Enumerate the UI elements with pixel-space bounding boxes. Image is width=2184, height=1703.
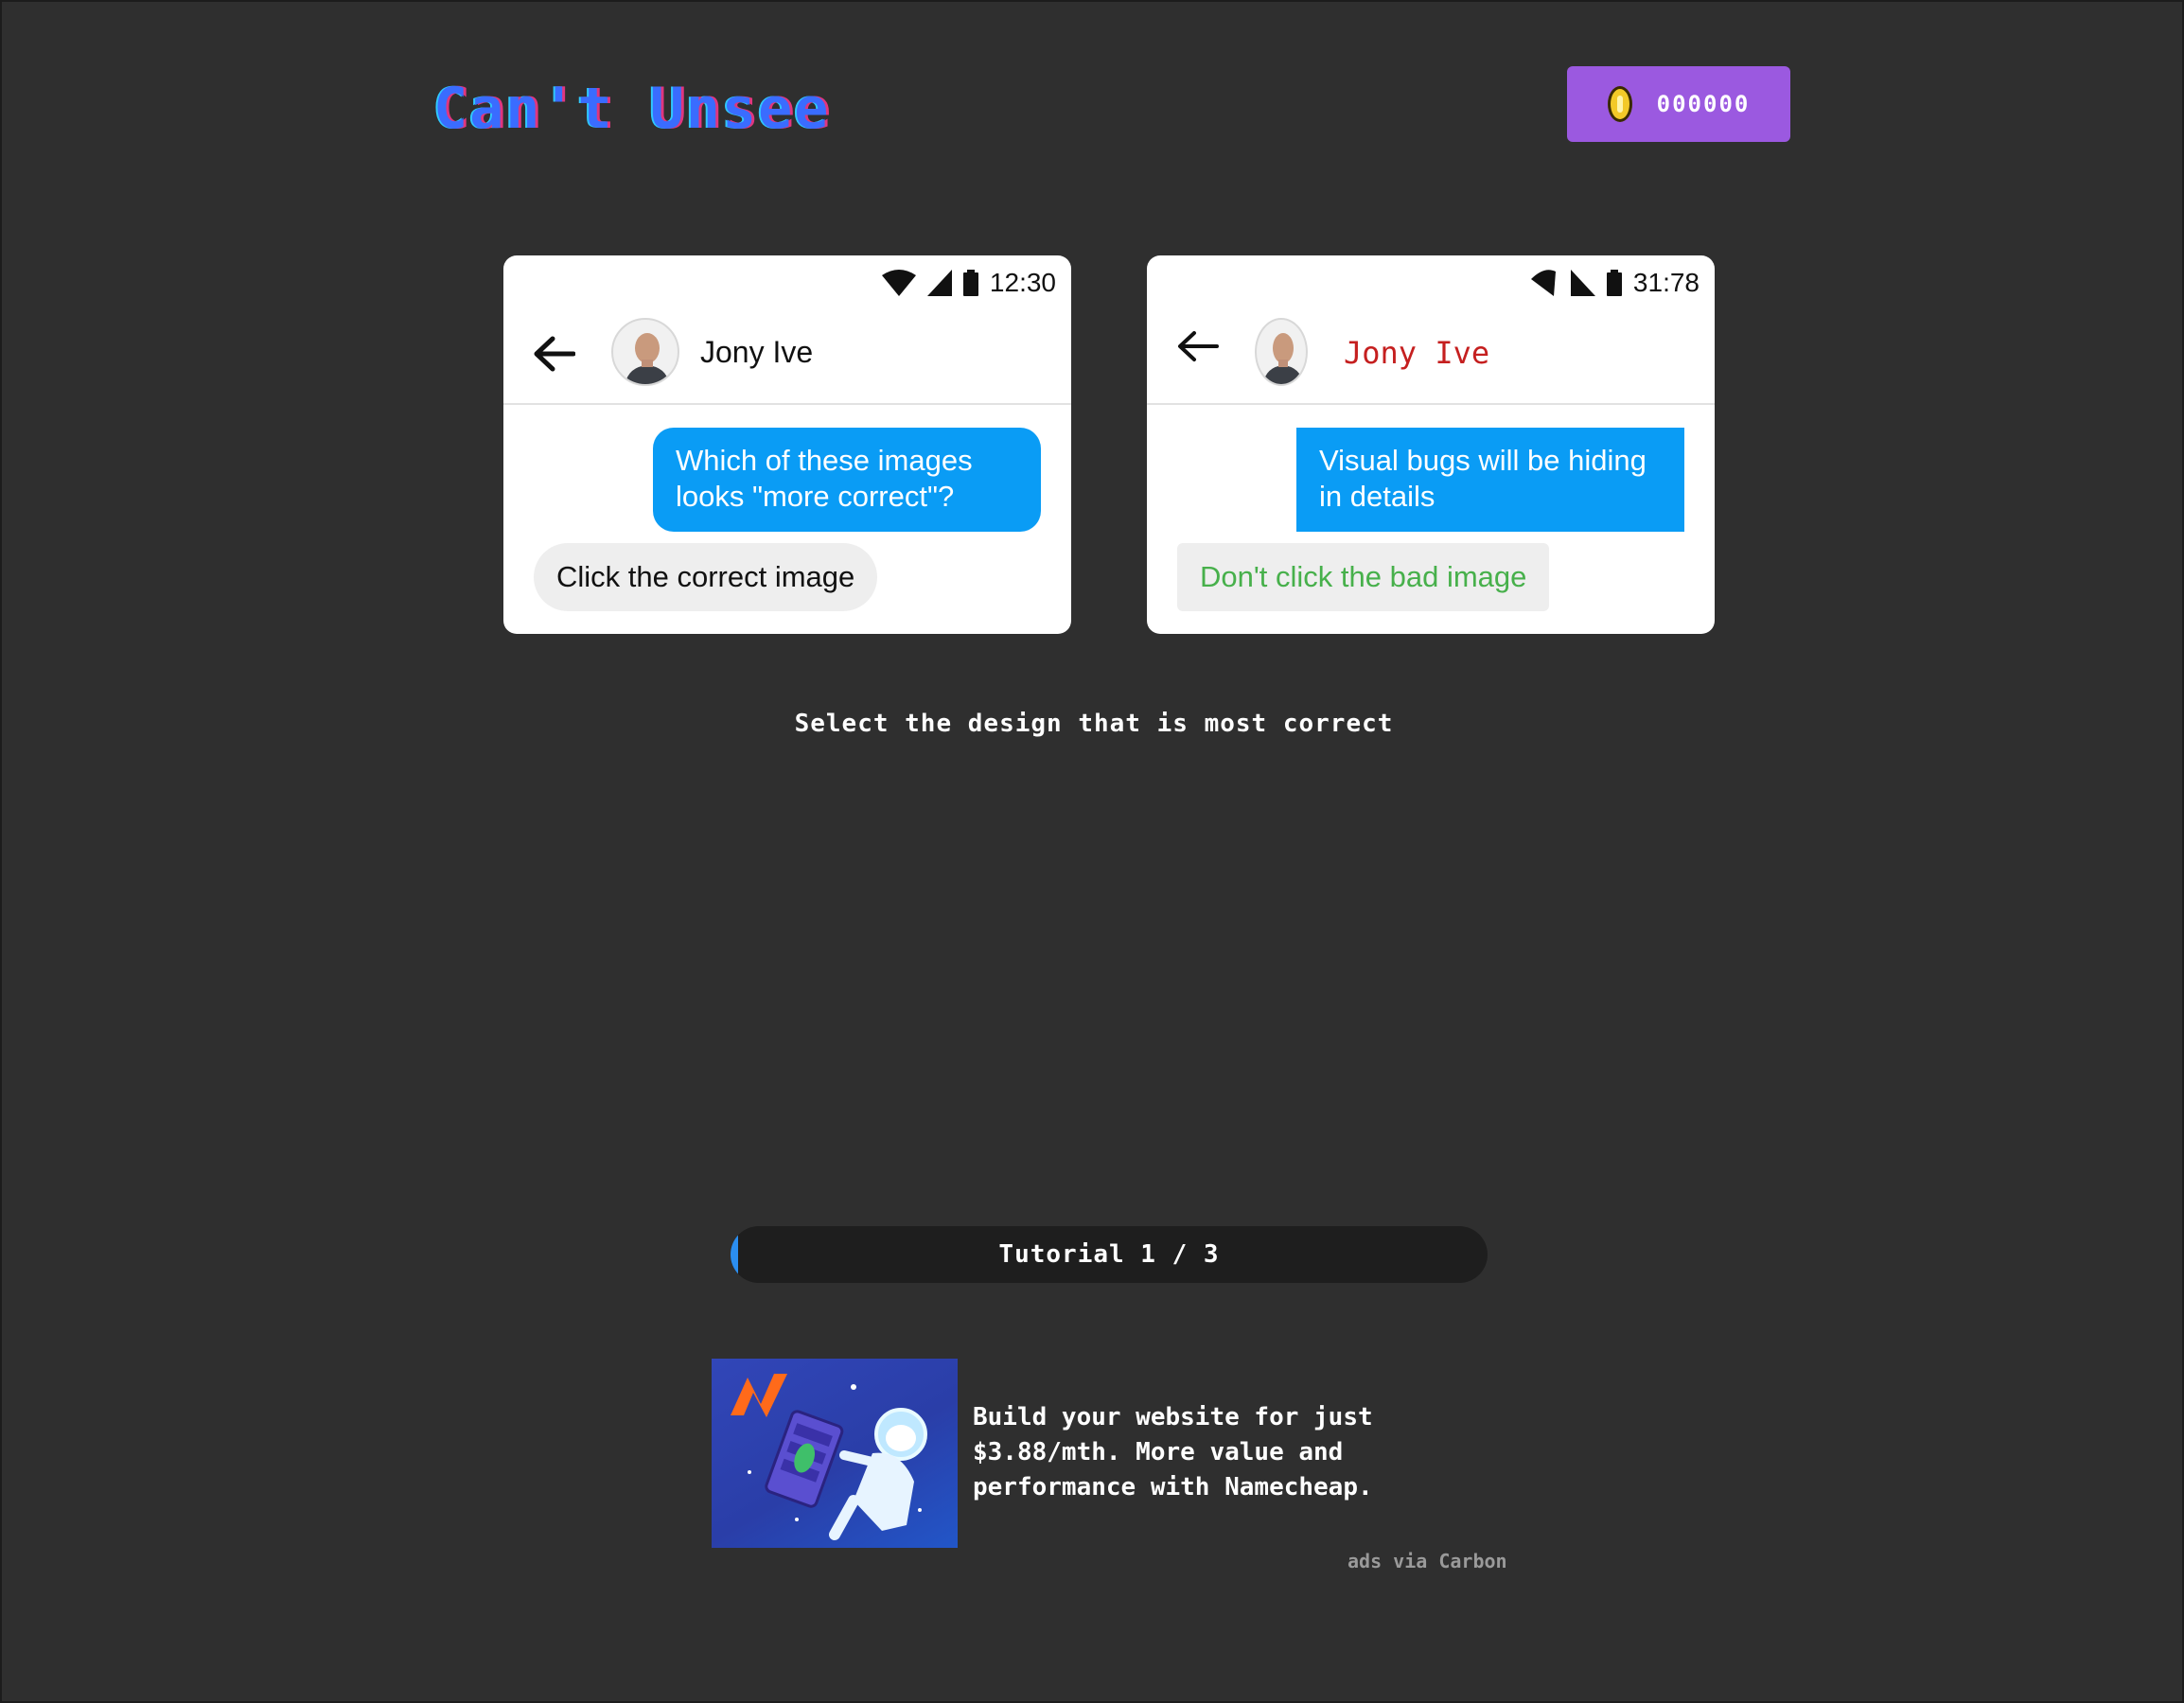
- ad-image[interactable]: [712, 1359, 958, 1548]
- avatar: [611, 318, 679, 386]
- battery-icon: [962, 270, 978, 296]
- signal-icon: [926, 270, 952, 296]
- chat-header: Jony Ive: [503, 305, 1071, 405]
- contact-name: Jony Ive: [700, 335, 814, 369]
- outgoing-message: Visual bugs will be hiding in details: [1296, 428, 1684, 532]
- coin-count: 000000: [1656, 91, 1751, 117]
- ad-credit-link[interactable]: ads via Carbon: [1347, 1550, 1507, 1572]
- outgoing-message: Which of these images looks "more correc…: [653, 428, 1041, 532]
- back-arrow-icon[interactable]: [1175, 327, 1219, 365]
- progress-label: Tutorial 1 / 3: [998, 1240, 1220, 1269]
- incoming-message: Click the correct image: [534, 543, 878, 611]
- wifi-icon: [1530, 270, 1556, 296]
- coin-icon: [1607, 86, 1632, 122]
- tutorial-progress-bar: Tutorial 1 / 3: [731, 1226, 1488, 1283]
- contact-name: Jony Ive: [1344, 335, 1490, 371]
- status-time: 31:78: [1632, 268, 1700, 297]
- status-bar: 12:30: [881, 265, 1056, 301]
- avatar: [1255, 318, 1308, 386]
- instruction-text: Select the design that is most correct: [794, 710, 1394, 738]
- wifi-icon: [881, 270, 916, 296]
- status-time: 12:30: [989, 268, 1056, 297]
- app-logo[interactable]: Can't Unsee: [433, 76, 830, 142]
- signal-icon: [1570, 270, 1595, 296]
- coin-counter-button[interactable]: 000000: [1567, 66, 1790, 142]
- page: Can't Unsee 000000 12:30 Jony Ive Which …: [0, 0, 2184, 1703]
- back-arrow-icon[interactable]: [532, 335, 575, 373]
- status-bar: 31:78: [1525, 265, 1700, 301]
- battery-icon: [1606, 270, 1622, 296]
- design-option-left[interactable]: 12:30 Jony Ive Which of these images loo…: [503, 255, 1071, 634]
- chat-header: Jony Ive: [1147, 305, 1715, 405]
- incoming-message: Don't click the bad image: [1177, 543, 1550, 611]
- ad-text-link[interactable]: Build your website for just $3.88/mth. M…: [973, 1400, 1408, 1505]
- design-option-right[interactable]: 31:78 Jony Ive Visual bugs will be hidin…: [1147, 255, 1715, 634]
